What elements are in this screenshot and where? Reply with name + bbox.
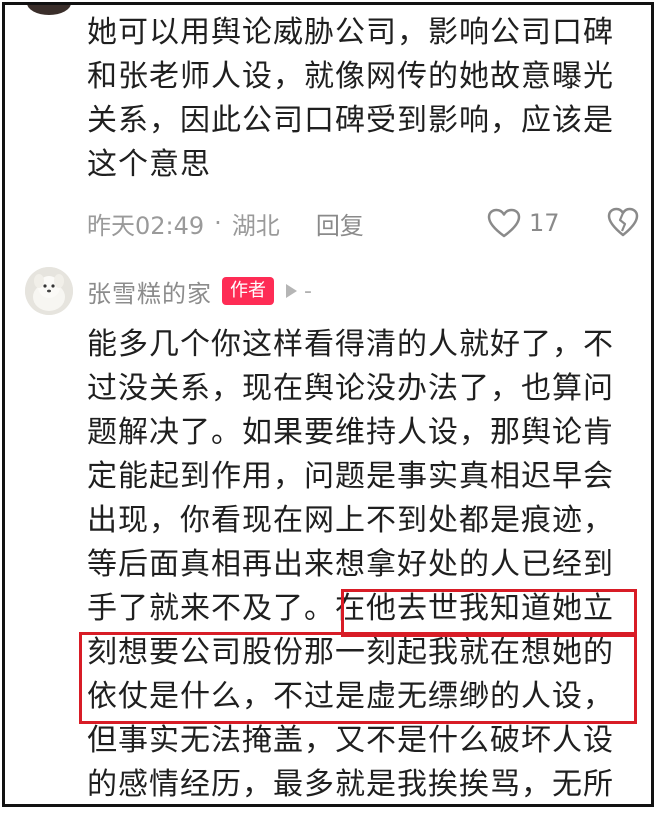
like-count: 17	[529, 209, 560, 237]
reply-user-row: 张雪糕的家 作者 -	[87, 271, 312, 311]
dislike-heart-icon[interactable]	[607, 207, 639, 237]
comment-line: 定能起到作用，问题是事实真相迟早会	[87, 459, 614, 494]
comment-timestamp: 昨天02:49	[87, 211, 205, 240]
heart-icon	[487, 208, 521, 238]
play-arrow-icon	[286, 284, 297, 298]
username[interactable]: 张雪糕的家	[87, 274, 212, 309]
comment-line: 能多几个你这样看得清的人就好了，不	[87, 327, 614, 362]
reply-target-dash: -	[304, 278, 312, 304]
comment-line: 她可以用舆论威胁公司，影响公司口碑	[87, 15, 614, 50]
comment-meta-row: 昨天02:49 · 湖北 回复 17	[87, 203, 647, 243]
comment-line: 这个意思	[87, 147, 211, 182]
author-badge: 作者	[222, 277, 274, 305]
like-button[interactable]: 17	[487, 203, 560, 243]
comment-location: 湖北	[231, 211, 280, 240]
meta-separator: ·	[214, 209, 222, 237]
reply-comment-text: 能多几个你这样看得清的人就好了，不 过没关系，现在舆论没办法了，也算问 题解决了…	[87, 323, 614, 804]
highlight-box-top	[341, 589, 637, 637]
avatar-white-dog[interactable]	[25, 267, 73, 315]
highlight-box-bottom	[79, 632, 637, 724]
previous-comment-text: 她可以用舆论威胁公司，影响公司口碑 和张老师人设，就像网传的她故意曝光 关系，因…	[87, 11, 614, 187]
avatar-image	[25, 267, 73, 315]
previous-user-avatar[interactable]	[27, 5, 71, 15]
comment-line: 过没关系，现在舆论没办法了，也算问	[87, 371, 614, 406]
comment-screenshot-frame: 她可以用舆论威胁公司，影响公司口碑 和张老师人设，就像网传的她故意曝光 关系，因…	[2, 2, 654, 807]
reply-button[interactable]: 回复	[316, 206, 364, 241]
comment-line: 的感情经历，最多就是我挨挨骂，无所	[87, 767, 614, 802]
comment-line: 关系，因此公司口碑受到影响，应该是	[87, 103, 614, 138]
comment-line: 出现，你看现在网上不到处都是痕迹，	[87, 503, 614, 538]
comment-line: 题解决了。如果要维持人设，那舆论肯	[87, 415, 614, 450]
comment-line: 等后面真相再出来想拿好处的人已经到	[87, 547, 614, 582]
comment-line: 和张老师人设，就像网传的她故意曝光	[87, 59, 614, 94]
comment-line: 但事实无法掩盖，又不是什么破坏人设	[87, 723, 614, 758]
